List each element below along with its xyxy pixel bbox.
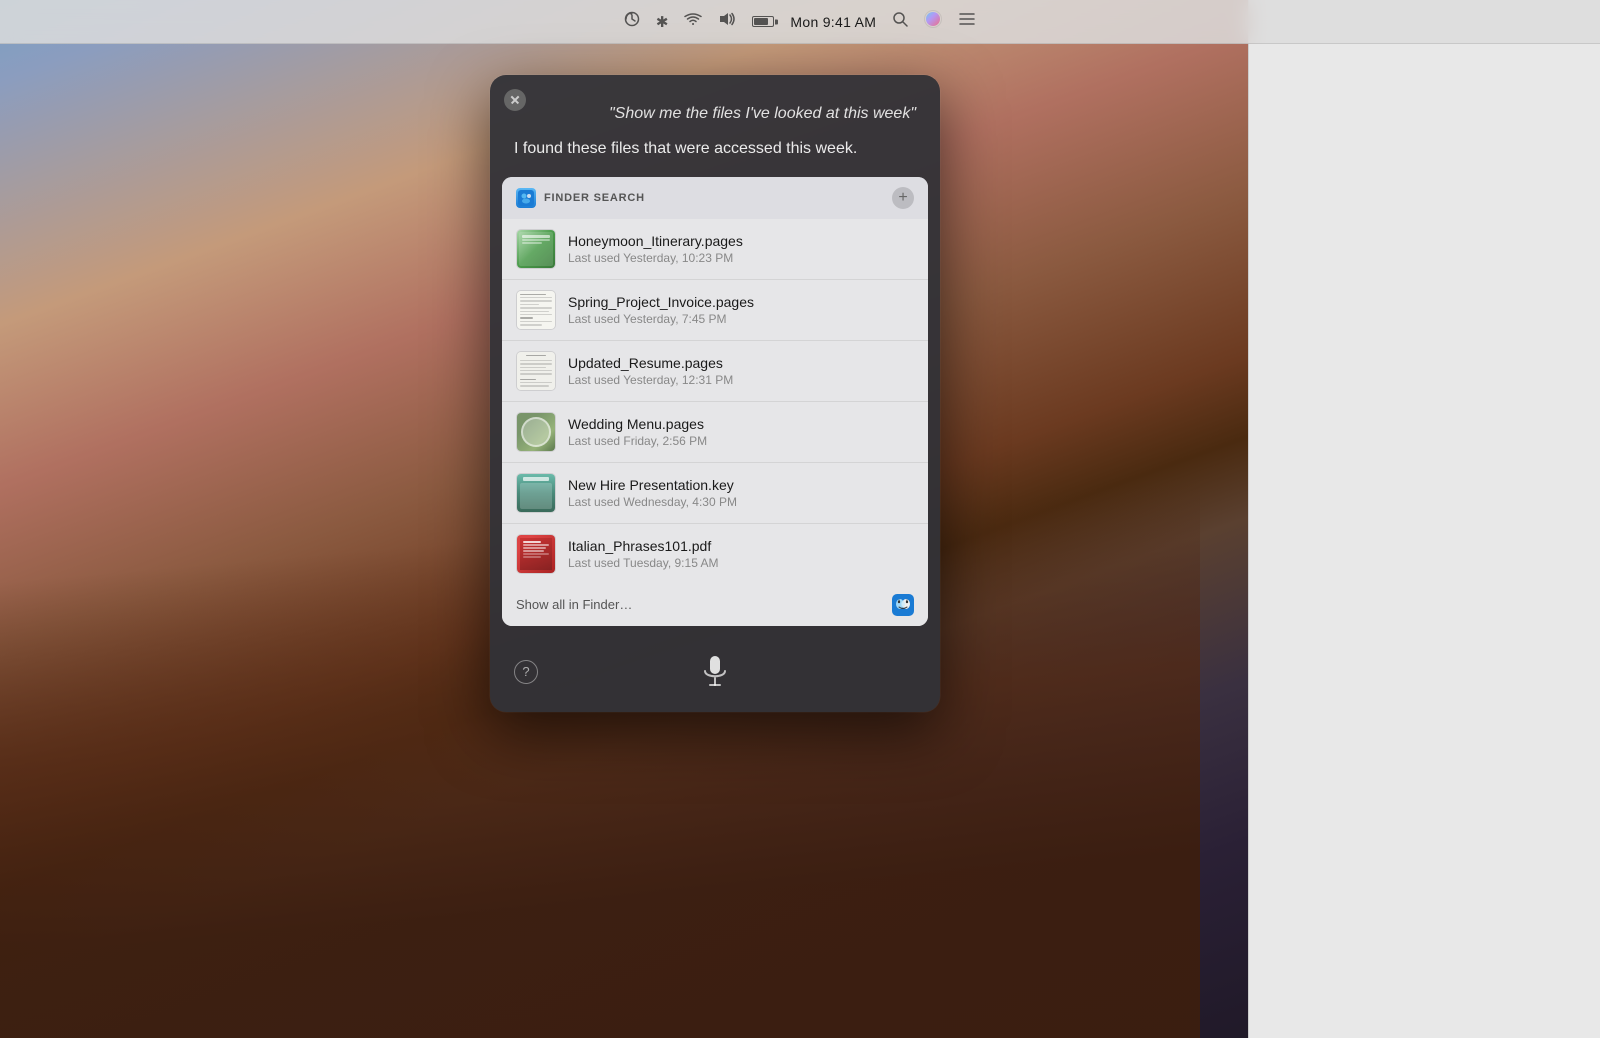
- siri-window: "Show me the files I've looked at this w…: [490, 75, 940, 712]
- file-meta: Last used Yesterday, 7:45 PM: [568, 312, 914, 326]
- finder-title-group: FINDER SEARCH: [516, 188, 645, 208]
- file-info: Spring_Project_Invoice.pages Last used Y…: [568, 294, 914, 326]
- right-panel: [1248, 0, 1600, 1038]
- siri-query-text: "Show me the files I've looked at this w…: [514, 95, 916, 125]
- file-name: Spring_Project_Invoice.pages: [568, 294, 914, 310]
- finder-icon: [516, 188, 536, 208]
- spotlight-icon[interactable]: [892, 11, 908, 32]
- siri-header: "Show me the files I've looked at this w…: [490, 75, 940, 177]
- file-thumbnail: [516, 412, 556, 452]
- finder-logo-icon: [892, 594, 914, 616]
- file-name: Italian_Phrases101.pdf: [568, 538, 914, 554]
- file-item[interactable]: Spring_Project_Invoice.pages Last used Y…: [502, 280, 928, 341]
- file-item[interactable]: New Hire Presentation.key Last used Wedn…: [502, 463, 928, 524]
- file-name: Honeymoon_Itinerary.pages: [568, 233, 914, 249]
- file-thumbnail: [516, 290, 556, 330]
- notification-center-icon[interactable]: [958, 12, 976, 31]
- wifi-icon[interactable]: [684, 12, 702, 31]
- finder-card-header: FINDER SEARCH +: [502, 177, 928, 219]
- close-button[interactable]: [504, 89, 526, 111]
- file-meta: Last used Yesterday, 10:23 PM: [568, 251, 914, 265]
- siri-mic-button[interactable]: [693, 650, 737, 694]
- file-name: New Hire Presentation.key: [568, 477, 914, 493]
- file-info: Wedding Menu.pages Last used Friday, 2:5…: [568, 416, 914, 448]
- file-thumbnail: [516, 534, 556, 574]
- time-machine-icon[interactable]: [624, 11, 640, 32]
- bluetooth-icon[interactable]: ✱: [656, 13, 669, 31]
- file-info: Updated_Resume.pages Last used Yesterday…: [568, 355, 914, 387]
- show-all-row[interactable]: Show all in Finder…: [502, 584, 928, 626]
- battery-icon[interactable]: [752, 16, 774, 27]
- menubar-time[interactable]: Mon 9:41 AM: [790, 14, 876, 30]
- file-name: Wedding Menu.pages: [568, 416, 914, 432]
- file-item[interactable]: Wedding Menu.pages Last used Friday, 2:5…: [502, 402, 928, 463]
- finder-search-card: FINDER SEARCH + Honeymoon_: [502, 177, 928, 626]
- file-info: Italian_Phrases101.pdf Last used Tuesday…: [568, 538, 914, 570]
- show-all-text[interactable]: Show all in Finder…: [516, 597, 632, 612]
- file-item[interactable]: Honeymoon_Itinerary.pages Last used Yest…: [502, 219, 928, 280]
- siri-footer: ?: [490, 636, 940, 712]
- volume-icon[interactable]: [718, 12, 736, 31]
- file-meta: Last used Wednesday, 4:30 PM: [568, 495, 914, 509]
- file-list: Honeymoon_Itinerary.pages Last used Yest…: [502, 219, 928, 584]
- siri-help-button[interactable]: ?: [514, 660, 538, 684]
- file-meta: Last used Yesterday, 12:31 PM: [568, 373, 914, 387]
- finder-search-label: FINDER SEARCH: [544, 192, 645, 204]
- file-meta: Last used Friday, 2:56 PM: [568, 434, 914, 448]
- file-meta: Last used Tuesday, 9:15 AM: [568, 556, 914, 570]
- file-thumbnail: [516, 351, 556, 391]
- finder-add-button[interactable]: +: [892, 187, 914, 209]
- file-name: Updated_Resume.pages: [568, 355, 914, 371]
- siri-menubar-icon[interactable]: [924, 10, 942, 33]
- file-item[interactable]: Italian_Phrases101.pdf Last used Tuesday…: [502, 524, 928, 584]
- file-info: New Hire Presentation.key Last used Wedn…: [568, 477, 914, 509]
- file-thumbnail: [516, 473, 556, 513]
- siri-response-text: I found these files that were accessed t…: [514, 137, 916, 160]
- file-thumbnail: [516, 229, 556, 269]
- file-item[interactable]: Updated_Resume.pages Last used Yesterday…: [502, 341, 928, 402]
- menubar: ✱ Mon 9:41 AM: [0, 0, 1600, 44]
- file-info: Honeymoon_Itinerary.pages Last used Yest…: [568, 233, 914, 265]
